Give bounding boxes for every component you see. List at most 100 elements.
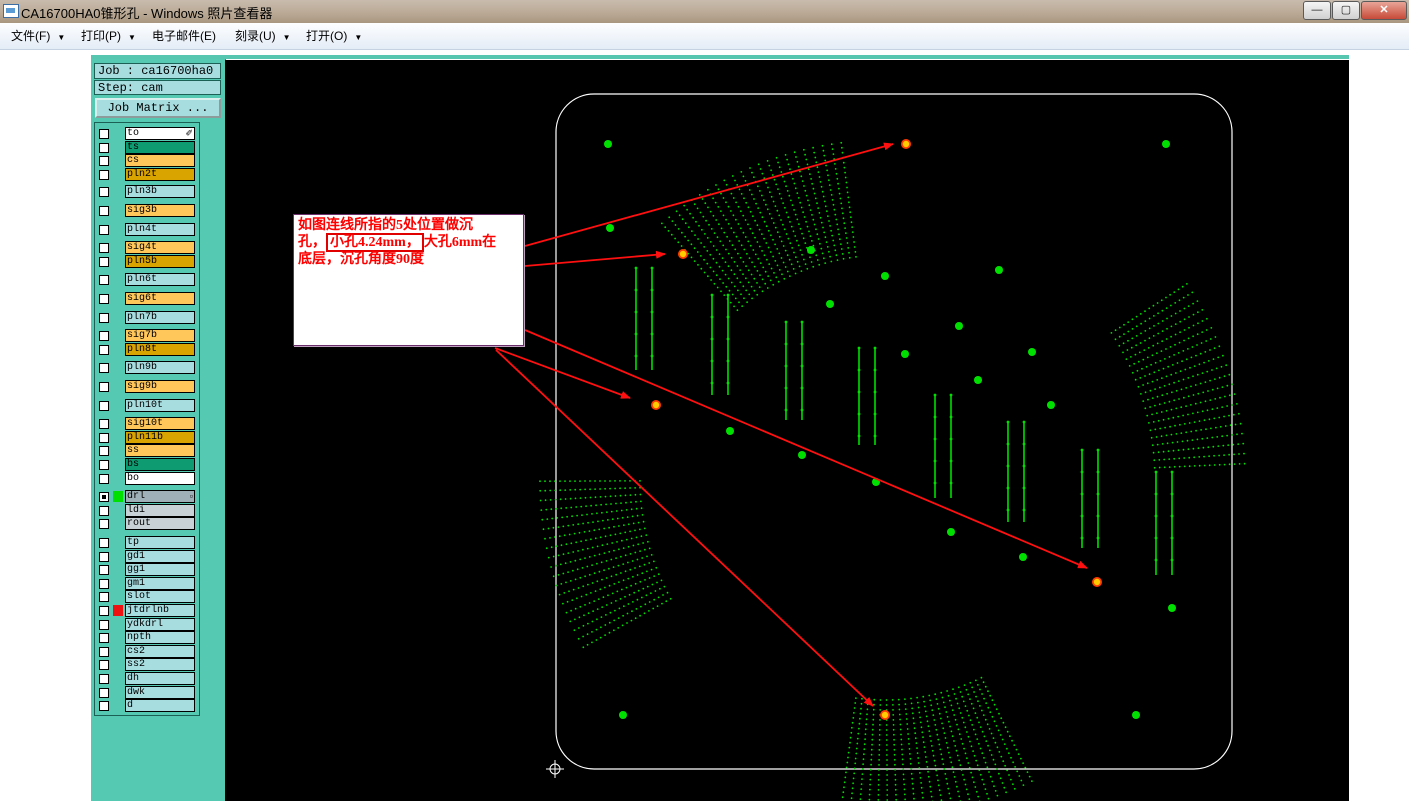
layer-checkbox[interactable]: [99, 606, 109, 616]
layer-row[interactable]: pln4t: [97, 223, 198, 236]
layer-checkbox[interactable]: [99, 313, 109, 323]
layer-name[interactable]: drl: [125, 490, 195, 503]
layer-checkbox[interactable]: [99, 275, 109, 285]
layer-row[interactable]: drl▫: [97, 490, 198, 503]
layer-checkbox[interactable]: [99, 674, 109, 684]
layer-name[interactable]: pln4t: [125, 223, 195, 236]
layer-row[interactable]: ydkdrl: [97, 618, 198, 631]
layer-row[interactable]: ss2: [97, 658, 198, 671]
layer-checkbox[interactable]: [99, 401, 109, 411]
layer-row[interactable]: bs: [97, 458, 198, 471]
layer-checkbox[interactable]: [99, 243, 109, 253]
layer-name[interactable]: tp: [125, 536, 195, 549]
layer-checkbox[interactable]: [99, 660, 109, 670]
layer-checkbox[interactable]: [99, 701, 109, 711]
layer-row[interactable]: sig6t: [97, 292, 198, 305]
maximize-button[interactable]: ▢: [1332, 1, 1360, 20]
layer-name[interactable]: pln5b: [125, 255, 195, 268]
layer-checkbox[interactable]: [99, 519, 109, 529]
layer-checkbox[interactable]: [99, 688, 109, 698]
layer-checkbox[interactable]: [99, 129, 109, 139]
layer-row[interactable]: pln11b: [97, 431, 198, 444]
minimize-button[interactable]: —: [1303, 1, 1331, 20]
menu-email[interactable]: 电子邮件(E): [152, 23, 216, 49]
layer-row[interactable]: ts: [97, 141, 198, 154]
layer-name[interactable]: cs: [125, 154, 195, 167]
layer-name[interactable]: jtdrlnb: [125, 604, 195, 617]
layer-checkbox[interactable]: [99, 331, 109, 341]
layer-row[interactable]: ldi: [97, 504, 198, 517]
menu-open[interactable]: 打开(O)▼: [306, 23, 362, 49]
menu-file[interactable]: 文件(F)▼: [11, 23, 65, 49]
layer-row[interactable]: pln10t: [97, 399, 198, 412]
layer-checkbox[interactable]: [99, 592, 109, 602]
layer-checkbox[interactable]: [99, 492, 109, 502]
layer-checkbox[interactable]: [99, 187, 109, 197]
layer-name[interactable]: pln2t: [125, 168, 195, 181]
layer-row[interactable]: tp: [97, 536, 198, 549]
layer-name[interactable]: ldi: [125, 504, 195, 517]
layer-row[interactable]: dh: [97, 672, 198, 685]
layer-row[interactable]: sig3b: [97, 204, 198, 217]
layer-checkbox[interactable]: [99, 474, 109, 484]
layer-row[interactable]: d: [97, 699, 198, 712]
layer-row[interactable]: cs: [97, 154, 198, 167]
layer-name[interactable]: pln10t: [125, 399, 195, 412]
layer-checkbox[interactable]: [99, 647, 109, 657]
layer-name[interactable]: gm1: [125, 577, 195, 590]
layer-row[interactable]: gm1: [97, 577, 198, 590]
layer-checkbox[interactable]: [99, 565, 109, 575]
layer-checkbox[interactable]: [99, 294, 109, 304]
layer-name[interactable]: sig4t: [125, 241, 195, 254]
layer-name[interactable]: ss2: [125, 658, 195, 671]
layer-row[interactable]: pln6t: [97, 273, 198, 286]
layer-name[interactable]: npth: [125, 631, 195, 644]
layer-name[interactable]: sig9b: [125, 380, 195, 393]
layer-name[interactable]: slot: [125, 590, 195, 603]
layer-name[interactable]: sig10t: [125, 417, 195, 430]
layer-name[interactable]: pln7b: [125, 311, 195, 324]
layer-name[interactable]: dwk: [125, 686, 195, 699]
layer-row[interactable]: to✐: [97, 127, 198, 140]
layer-checkbox[interactable]: [99, 143, 109, 153]
layer-row[interactable]: dwk: [97, 686, 198, 699]
layer-row[interactable]: ss: [97, 444, 198, 457]
layer-name[interactable]: dh: [125, 672, 195, 685]
layer-checkbox[interactable]: [99, 206, 109, 216]
layer-row[interactable]: gg1: [97, 563, 198, 576]
layer-checkbox[interactable]: [99, 382, 109, 392]
layer-checkbox[interactable]: [99, 552, 109, 562]
layer-checkbox[interactable]: [99, 419, 109, 429]
layer-row[interactable]: sig9b: [97, 380, 198, 393]
layer-name[interactable]: ss: [125, 444, 195, 457]
layer-name[interactable]: pln6t: [125, 273, 195, 286]
layer-row[interactable]: pln3b: [97, 185, 198, 198]
layer-name[interactable]: bs: [125, 458, 195, 471]
layer-checkbox[interactable]: [99, 257, 109, 267]
layer-row[interactable]: slot: [97, 590, 198, 603]
layer-name[interactable]: pln3b: [125, 185, 195, 198]
layer-name[interactable]: pln8t: [125, 343, 195, 356]
layer-checkbox[interactable]: [99, 460, 109, 470]
layer-name[interactable]: gg1: [125, 563, 195, 576]
layer-row[interactable]: cs2: [97, 645, 198, 658]
layer-row[interactable]: sig4t: [97, 241, 198, 254]
layer-row[interactable]: pln7b: [97, 311, 198, 324]
layer-row[interactable]: jtdrlnb: [97, 604, 198, 617]
layer-row[interactable]: bo: [97, 472, 198, 485]
layer-checkbox[interactable]: [99, 633, 109, 643]
layer-name[interactable]: pln11b: [125, 431, 195, 444]
layer-name[interactable]: ydkdrl: [125, 618, 195, 631]
layer-checkbox[interactable]: [99, 433, 109, 443]
layer-row[interactable]: npth: [97, 631, 198, 644]
layer-name[interactable]: gd1: [125, 550, 195, 563]
layer-checkbox[interactable]: [99, 363, 109, 373]
layer-row[interactable]: pln5b: [97, 255, 198, 268]
layer-row[interactable]: sig7b: [97, 329, 198, 342]
layer-name[interactable]: d: [125, 699, 195, 712]
layer-checkbox[interactable]: [99, 156, 109, 166]
layer-row[interactable]: sig10t: [97, 417, 198, 430]
layer-name[interactable]: ts: [125, 141, 195, 154]
layer-checkbox[interactable]: [99, 620, 109, 630]
layer-name[interactable]: sig7b: [125, 329, 195, 342]
